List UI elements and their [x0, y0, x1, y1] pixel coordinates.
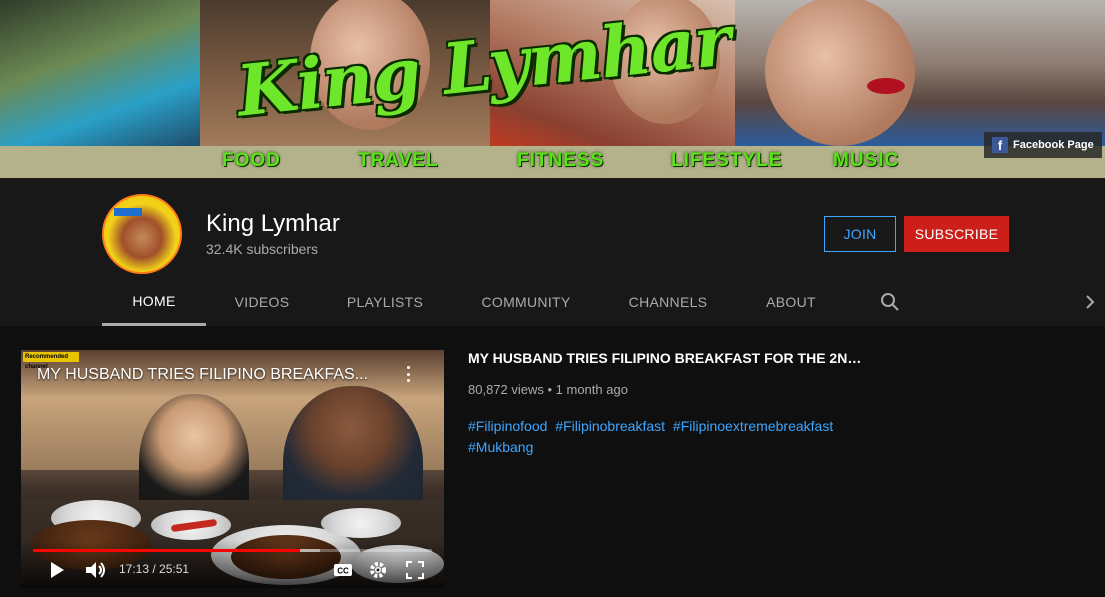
- play-icon[interactable]: [49, 560, 65, 580]
- channel-header: King Lymhar 32.4K subscribers JOIN SUBSC…: [0, 178, 1105, 326]
- banner-tag-travel: TRAVEL: [358, 150, 439, 171]
- video-player[interactable]: Recommended channel MY HUSBAND TRIES FIL…: [21, 350, 444, 588]
- captions-icon[interactable]: CC: [333, 560, 353, 580]
- tab-home[interactable]: HOME: [102, 278, 206, 326]
- tab-playlists[interactable]: PLAYLISTS: [340, 278, 430, 326]
- progress-bar[interactable]: [33, 549, 432, 552]
- player-title[interactable]: MY HUSBAND TRIES FILIPINO BREAKFAS...: [37, 366, 387, 384]
- hashtag-link[interactable]: #Filipinofood: [468, 418, 547, 434]
- search-icon[interactable]: [878, 290, 902, 314]
- banner-lips: [867, 78, 905, 94]
- banner-tag-lifestyle: LIFESTYLE: [671, 150, 783, 171]
- video-hashtags: #Filipinofood #Filipinobreakfast #Filipi…: [468, 416, 868, 458]
- tab-videos[interactable]: VIDEOS: [222, 278, 302, 326]
- fullscreen-icon[interactable]: [406, 560, 424, 580]
- time-display: 17:13 / 25:51: [119, 562, 190, 576]
- banner-photo-1: [0, 0, 200, 146]
- video-title[interactable]: MY HUSBAND TRIES FILIPINO BREAKFAST FOR …: [468, 350, 868, 366]
- subscribe-button[interactable]: SUBSCRIBE: [904, 216, 1009, 252]
- hashtag-link[interactable]: #Filipinobreakfast: [555, 418, 665, 434]
- channel-banner: King Lymhar FOOD TRAVEL FITNESS LIFESTYL…: [0, 0, 1105, 178]
- volume-icon[interactable]: [85, 560, 107, 580]
- banner-photo-4: [735, 0, 1105, 146]
- tab-channels[interactable]: CHANNELS: [622, 278, 714, 326]
- banner-face: [765, 0, 915, 146]
- chevron-right-icon[interactable]: [1078, 290, 1102, 314]
- progress-fill: [33, 549, 301, 552]
- subscriber-count: 32.4K subscribers: [206, 241, 319, 257]
- hashtag-link[interactable]: #Mukbang: [468, 439, 533, 455]
- svg-text:CC: CC: [337, 567, 349, 576]
- channel-avatar[interactable]: [102, 194, 182, 274]
- settings-icon[interactable]: [369, 560, 387, 580]
- banner-tag-fitness: FITNESS: [517, 150, 605, 171]
- join-button[interactable]: JOIN: [824, 216, 896, 252]
- channel-tabs: HOME VIDEOS PLAYLISTS COMMUNITY CHANNELS…: [0, 278, 1105, 326]
- facebook-link[interactable]: f Facebook Page: [984, 132, 1102, 158]
- recommended-badge: Recommended channel: [23, 352, 79, 370]
- video-meta: 80,872 views • 1 month ago: [468, 382, 628, 397]
- video-scene-plate: [321, 508, 401, 538]
- hashtag-link[interactable]: #Filipinoextremebreakfast: [673, 418, 833, 434]
- avatar-badge: [114, 208, 142, 216]
- channel-name: King Lymhar: [206, 210, 340, 237]
- facebook-icon: f: [992, 137, 1008, 153]
- banner-tag-food: FOOD: [222, 150, 281, 171]
- more-options-icon[interactable]: [401, 364, 415, 384]
- facebook-link-label: Facebook Page: [1013, 139, 1094, 151]
- featured-section: Recommended channel MY HUSBAND TRIES FIL…: [0, 326, 1105, 597]
- banner-tag-music: MUSIC: [833, 150, 900, 171]
- tab-about[interactable]: ABOUT: [756, 278, 826, 326]
- tab-community[interactable]: COMMUNITY: [474, 278, 578, 326]
